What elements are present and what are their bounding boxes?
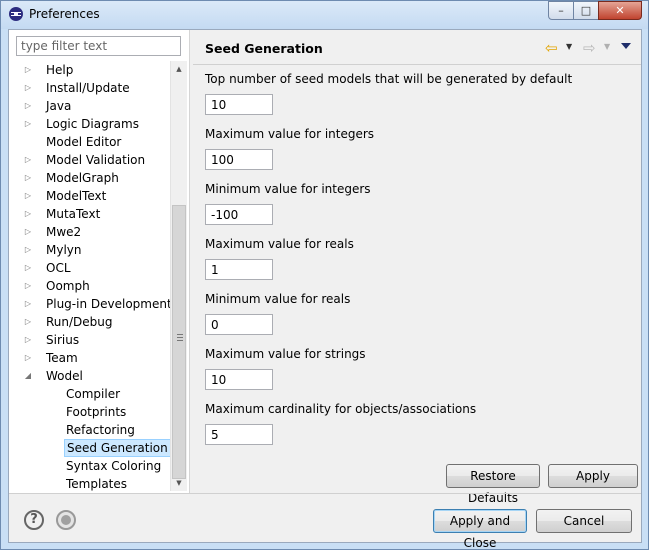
restore-defaults-button[interactable]: Restore Defaults — [446, 464, 540, 505]
tree-item-label: Plug-in Development — [46, 297, 171, 311]
field-label: Maximum value for integers — [205, 127, 375, 141]
tree-item-label: Compiler — [66, 387, 121, 401]
tree-collapsed-icon[interactable]: ▷ — [23, 61, 33, 79]
tree-item-label: Footprints — [66, 405, 127, 419]
tree-item-label: Java — [46, 99, 72, 113]
eclipse-icon — [9, 7, 23, 21]
tree-collapsed-icon[interactable]: ▷ — [23, 259, 33, 277]
tree-item-label: Seed Generation — [64, 439, 171, 457]
tree-item-label: ModelText — [46, 189, 107, 203]
tree-item-label: Team — [46, 351, 78, 365]
tree-item-label: Sirius — [46, 333, 80, 347]
tree-collapsed-icon[interactable]: ▷ — [23, 205, 33, 223]
view-menu-icon[interactable] — [621, 43, 631, 49]
tree-item-label: Model Validation — [46, 153, 146, 167]
forward-history-dropdown-icon[interactable]: ▼ — [604, 42, 610, 51]
close-button[interactable]: ✕ — [598, 1, 642, 20]
tree-item-label: Model Editor — [46, 135, 122, 149]
field-label: Minimum value for integers — [205, 182, 371, 196]
back-history-dropdown-icon[interactable]: ▼ — [566, 42, 572, 51]
field-input[interactable] — [205, 259, 273, 280]
preference-page: Seed Generation ⇦ ▼ ⇨ ▼ Top number of se… — [193, 30, 641, 505]
tree-item-label: Help — [46, 63, 74, 77]
tree-item-label: ModelGraph — [46, 171, 119, 185]
record-macro-icon[interactable] — [56, 510, 76, 530]
help-icon[interactable]: ? — [24, 510, 44, 530]
field-input[interactable] — [205, 424, 273, 445]
field-label: Minimum value for reals — [205, 292, 351, 306]
tree-collapsed-icon[interactable]: ▷ — [23, 277, 33, 295]
tree-item-label: OCL — [46, 261, 71, 275]
scroll-down-arrow-icon[interactable]: ▼ — [171, 475, 187, 491]
tree-collapsed-icon[interactable]: ▷ — [23, 79, 33, 97]
scrollbar-grip-icon — [177, 334, 183, 342]
tree-scrollbar[interactable]: ▲ ▼ — [170, 61, 187, 491]
apply-and-close-button[interactable]: Apply and Close — [433, 509, 527, 550]
tree-item-label: Syntax Coloring — [66, 459, 162, 473]
field-label: Maximum value for strings — [205, 347, 366, 361]
tree-item-label: Templates — [66, 477, 128, 491]
cancel-button[interactable]: Cancel — [536, 509, 632, 533]
filter-input[interactable] — [16, 36, 181, 56]
footer-separator — [9, 493, 641, 494]
tree-collapsed-icon[interactable]: ▷ — [23, 223, 33, 241]
tree-item-label: Logic Diagrams — [46, 117, 139, 131]
tree-collapsed-icon[interactable]: ▷ — [23, 313, 33, 331]
field-label: Top number of seed models that will be g… — [205, 72, 573, 86]
maximize-button[interactable]: □ — [573, 1, 599, 20]
tree-collapsed-icon[interactable]: ▷ — [23, 97, 33, 115]
field-input[interactable] — [205, 149, 273, 170]
window-controls: – □ ✕ — [548, 1, 642, 20]
tree-item-label: Refactoring — [66, 423, 135, 437]
page-title: Seed Generation — [205, 41, 323, 56]
tree-collapsed-icon[interactable]: ▷ — [23, 349, 33, 367]
tree-collapsed-icon[interactable]: ▷ — [23, 169, 33, 187]
tree-item-label: Oomph — [46, 279, 90, 293]
scroll-up-arrow-icon[interactable]: ▲ — [171, 61, 187, 77]
field-input[interactable] — [205, 314, 273, 335]
forward-arrow-icon[interactable]: ⇨ — [583, 39, 596, 57]
tree-expanded-icon[interactable]: ◢ — [23, 367, 33, 385]
tree-collapsed-icon[interactable]: ▷ — [23, 331, 33, 349]
tree-collapsed-icon[interactable]: ▷ — [23, 295, 33, 313]
title-bar: Preferences – □ ✕ — [1, 1, 648, 29]
field-input[interactable] — [205, 94, 273, 115]
apply-button[interactable]: Apply — [548, 464, 638, 488]
scrollbar-thumb[interactable] — [172, 205, 186, 479]
dialog-client-area: ▷ Help ▷ Install/Update ▷ Java ▷ Logic Diagrams… — [8, 29, 642, 550]
window-title: Preferences — [29, 7, 100, 21]
tree-collapsed-icon[interactable]: ▷ — [23, 115, 33, 133]
field-label: Maximum value for reals — [205, 237, 354, 251]
title-separator — [193, 64, 641, 65]
minimize-button[interactable]: – — [548, 1, 574, 20]
tree-item-label: Mylyn — [46, 243, 82, 257]
preference-tree-pane: ▷ Help ▷ Install/Update ▷ Java ▷ Logic Diagrams… — [9, 30, 190, 493]
tree-item-label: Wodel — [46, 369, 83, 383]
tree-collapsed-icon[interactable]: ▷ — [23, 151, 33, 169]
tree-item-label: Run/Debug — [46, 315, 113, 329]
back-arrow-icon[interactable]: ⇦ — [545, 39, 558, 57]
field-input[interactable] — [205, 369, 273, 390]
tree-item-label: Install/Update — [46, 81, 130, 95]
preferences-window: Preferences – □ ✕ ▷ Help ▷ Install/Update ▷ J… — [0, 0, 649, 550]
tree-item-label: MutaText — [46, 207, 101, 221]
preference-tree: ▷ Help ▷ Install/Update ▷ Java ▷ Logic Diagrams… — [9, 61, 171, 493]
tree-collapsed-icon[interactable]: ▷ — [23, 187, 33, 205]
field-label: Maximum cardinality for objects/associat… — [205, 402, 477, 416]
tree-item-label: Mwe2 — [46, 225, 82, 239]
tree-collapsed-icon[interactable]: ▷ — [23, 241, 33, 259]
field-input[interactable] — [205, 204, 273, 225]
